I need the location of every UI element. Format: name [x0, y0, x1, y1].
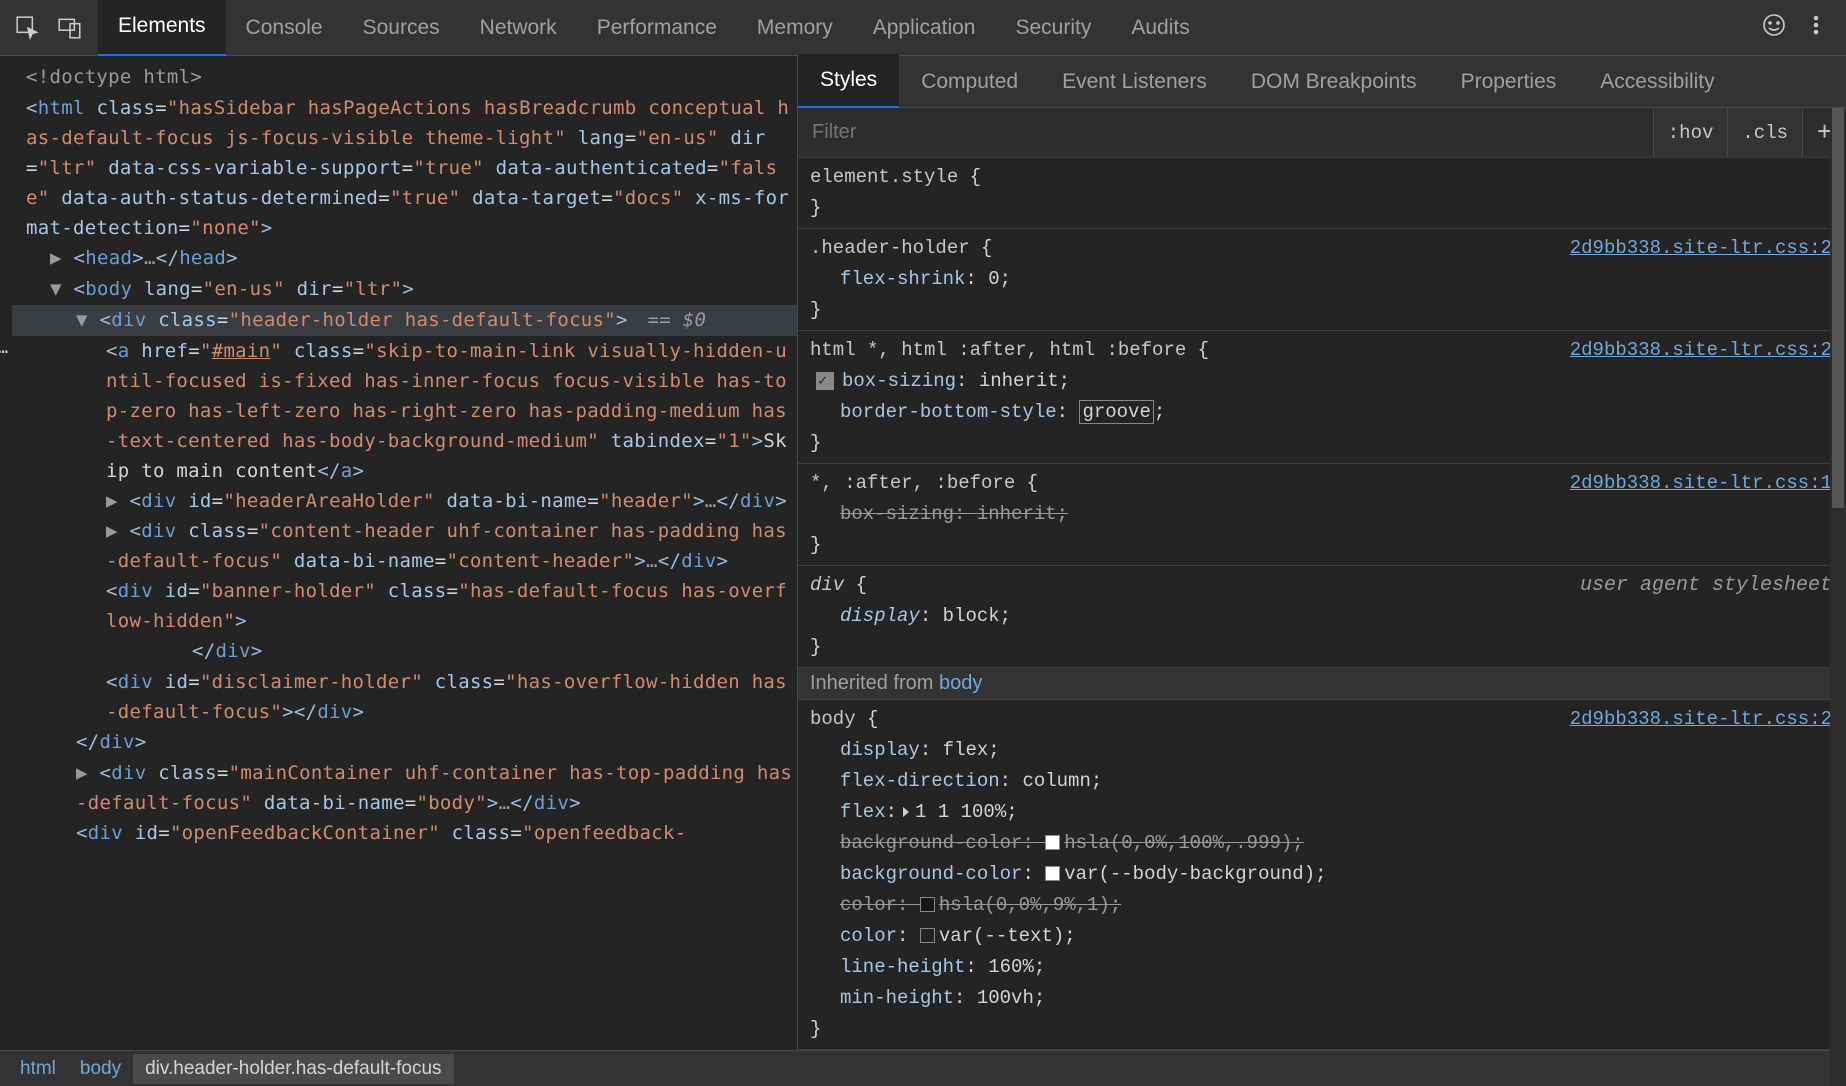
main-container-node[interactable]: ▶ <div class="mainContainer uhf-containe…	[12, 758, 797, 818]
style-rules-list[interactable]: element.style { } 2d9bb338.site-ltr.css:…	[798, 158, 1846, 1050]
tab-performance[interactable]: Performance	[577, 0, 737, 56]
header-area-node[interactable]: ▶ <div id="headerAreaHolder" data-bi-nam…	[12, 486, 797, 516]
dom-tree-panel[interactable]: ⋯ <!doctype html> <html class="hasSideba…	[0, 56, 798, 1050]
crumb-html[interactable]: html	[8, 1054, 68, 1084]
scrollbar-thumb[interactable]	[1832, 108, 1844, 508]
device-toggle-icon[interactable]	[56, 14, 84, 42]
skip-link-node[interactable]: <a href="#main" class="skip-to-main-link…	[12, 336, 797, 486]
subtab-dom-breakpoints[interactable]: DOM Breakpoints	[1229, 56, 1439, 108]
tab-elements[interactable]: Elements	[98, 0, 226, 57]
styles-sub-tabs: Styles Computed Event Listeners DOM Brea…	[798, 56, 1846, 108]
checkbox-icon[interactable]	[816, 372, 834, 390]
banner-close-node[interactable]: </div>	[12, 636, 797, 667]
tool-icons	[0, 14, 98, 42]
feedback-node[interactable]: <div id="openFeedbackContainer" class="o…	[12, 818, 797, 848]
subtab-computed[interactable]: Computed	[899, 56, 1040, 108]
rule-html-star[interactable]: 2d9bb338.site-ltr.css:2 html *, html :af…	[798, 331, 1846, 464]
html-open-node[interactable]: <html class="hasSidebar hasPageActions h…	[12, 93, 797, 243]
tab-network[interactable]: Network	[460, 0, 577, 56]
source-link[interactable]: 2d9bb338.site-ltr.css:2	[1570, 233, 1832, 264]
selected-node[interactable]: ▼ <div class="header-holder has-default-…	[12, 305, 797, 336]
subtab-event-listeners[interactable]: Event Listeners	[1040, 56, 1229, 108]
rule-header-holder[interactable]: 2d9bb338.site-ltr.css:2 .header-holder {…	[798, 229, 1846, 331]
tab-memory[interactable]: Memory	[737, 0, 853, 56]
subtab-styles[interactable]: Styles	[798, 54, 899, 109]
rule-div-ua[interactable]: user agent stylesheet div { display: blo…	[798, 566, 1846, 668]
rule-body[interactable]: 2d9bb338.site-ltr.css:2 body { display: …	[798, 700, 1846, 1050]
feedback-smiley-icon[interactable]	[1762, 13, 1786, 43]
dom-breadcrumb: html body div.header-holder.has-default-…	[0, 1050, 1846, 1086]
subtab-accessibility[interactable]: Accessibility	[1578, 56, 1736, 108]
color-swatch-icon[interactable]	[920, 897, 935, 912]
scrollbar[interactable]	[1830, 108, 1846, 1086]
color-swatch-icon[interactable]	[920, 928, 935, 943]
inherited-from-header: Inherited from body	[798, 668, 1846, 700]
styles-filter-bar: :hov .cls +	[798, 108, 1846, 158]
more-menu-icon[interactable]	[1804, 13, 1828, 43]
cls-toggle[interactable]: .cls	[1727, 108, 1802, 157]
tab-console[interactable]: Console	[226, 0, 343, 56]
inherited-from-link[interactable]: body	[939, 672, 982, 694]
disclaimer-node[interactable]: <div id="disclaimer-holder" class="has-o…	[12, 667, 797, 727]
doctype-node[interactable]: <!doctype html>	[12, 62, 797, 93]
hov-toggle[interactable]: :hov	[1653, 108, 1728, 157]
inspect-icon[interactable]	[14, 14, 42, 42]
color-swatch-icon[interactable]	[1045, 866, 1060, 881]
tab-sources[interactable]: Sources	[343, 0, 460, 56]
content-header-node[interactable]: ▶ <div class="content-header uhf-contain…	[12, 516, 797, 576]
gutter-ellipsis: ⋯	[0, 342, 9, 363]
styles-filter-input[interactable]	[798, 121, 1653, 144]
crumb-selected[interactable]: div.header-holder.has-default-focus	[133, 1054, 453, 1084]
rule-star-after-before[interactable]: 2d9bb338.site-ltr.css:1 *, :after, :befo…	[798, 464, 1846, 566]
rule-element-style[interactable]: element.style { }	[798, 158, 1846, 229]
main-split: ⋯ <!doctype html> <html class="hasSideba…	[0, 56, 1846, 1050]
header-holder-close-node[interactable]: </div>	[12, 727, 797, 758]
source-link[interactable]: 2d9bb338.site-ltr.css:1	[1570, 468, 1832, 499]
tab-application[interactable]: Application	[853, 0, 996, 56]
color-swatch-icon[interactable]	[1045, 835, 1060, 850]
source-link[interactable]: 2d9bb338.site-ltr.css:2	[1570, 704, 1832, 735]
head-node[interactable]: ▶ <head>…</head>	[12, 243, 797, 274]
tab-audits[interactable]: Audits	[1111, 0, 1209, 56]
body-open-node[interactable]: ▼ <body lang="en-us" dir="ltr">	[12, 274, 797, 305]
styles-panel: Styles Computed Event Listeners DOM Brea…	[798, 56, 1846, 1050]
banner-open-node[interactable]: <div id="banner-holder" class="has-defau…	[12, 576, 797, 636]
expand-shorthand-icon[interactable]	[903, 807, 909, 817]
toolbar-right	[1762, 13, 1846, 43]
tab-security[interactable]: Security	[995, 0, 1111, 56]
ua-stylesheet-label: user agent stylesheet	[1580, 570, 1832, 601]
subtab-properties[interactable]: Properties	[1439, 56, 1579, 108]
source-link[interactable]: 2d9bb338.site-ltr.css:2	[1570, 335, 1832, 366]
crumb-body[interactable]: body	[68, 1054, 133, 1084]
main-tabs: Elements Console Sources Network Perform…	[0, 0, 1846, 56]
